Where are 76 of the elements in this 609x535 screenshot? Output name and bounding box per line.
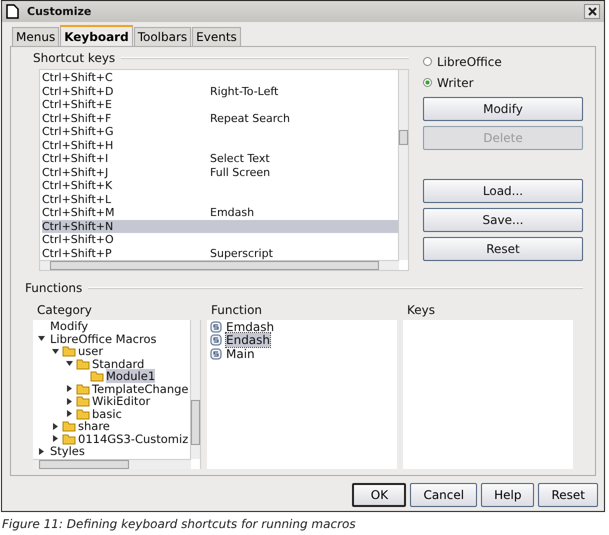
tree-item[interactable]: WikiEditor <box>92 394 150 408</box>
macro-icon <box>210 348 222 360</box>
shortcut-row[interactable]: Ctrl+Shift+G <box>42 125 398 138</box>
shortcut-row[interactable]: Ctrl+Shift+K <box>42 179 398 192</box>
shortcut-row[interactable]: Ctrl+Shift+M Emdash <box>42 206 398 220</box>
tree-item[interactable]: Modify <box>48 320 88 334</box>
shortcut-row[interactable]: Ctrl+Shift+F Repeat Search <box>42 112 398 125</box>
radio-button[interactable]: Writer <box>423 72 583 93</box>
expander-icon[interactable] <box>65 409 74 418</box>
action-button[interactable]: Modify <box>423 97 583 121</box>
expander-icon[interactable] <box>51 422 60 431</box>
expander-icon[interactable] <box>51 346 60 356</box>
tree-item[interactable]: LibreOffice Macros <box>48 332 156 346</box>
folder-icon <box>62 420 76 432</box>
expander-icon[interactable] <box>65 359 74 368</box>
dialog-button[interactable]: OK <box>352 483 406 507</box>
shortcut-row[interactable]: Ctrl+Shift+H <box>42 138 398 152</box>
tree-item[interactable]: basic <box>92 406 122 421</box>
dialog-button[interactable]: Help <box>481 483 534 507</box>
document-icon <box>6 4 19 19</box>
function-item[interactable]: Main <box>226 346 255 361</box>
shortcut-row[interactable]: Ctrl+Shift+O <box>42 233 398 246</box>
tree-item[interactable]: 0114GS3-Customiz <box>78 432 188 446</box>
tree-item[interactable]: Module1 <box>106 369 156 384</box>
expander-icon[interactable] <box>37 446 46 456</box>
tree-item[interactable]: Styles <box>48 444 85 458</box>
column-title: Keys <box>406 303 436 317</box>
expander-icon[interactable] <box>37 334 46 344</box>
radio-button[interactable]: LibreOffice <box>423 51 583 72</box>
figure-caption: Figure 11: Defining keyboard shortcuts for running macros <box>1 516 357 531</box>
shortcut-row[interactable]: Ctrl+Shift+J Full Screen <box>42 166 398 179</box>
expander-icon[interactable] <box>65 396 74 406</box>
shortcut-row[interactable]: Ctrl+Shift+P Superscript <box>42 246 398 260</box>
action-button[interactable]: Reset <box>423 237 583 261</box>
close-button[interactable] <box>584 4 600 19</box>
folder-icon <box>90 370 104 382</box>
tree-item[interactable]: share <box>78 419 110 434</box>
folder-icon <box>76 382 90 395</box>
section-title: Shortcut keys <box>33 51 116 65</box>
action-button[interactable]: Load... <box>423 179 583 203</box>
window-title: Customize <box>27 5 92 18</box>
folder-icon <box>62 432 76 445</box>
shortcut-row[interactable]: Ctrl+Shift+N <box>42 220 398 233</box>
expander-icon[interactable] <box>51 434 60 444</box>
folder-icon <box>76 358 90 370</box>
shortcut-row[interactable]: Ctrl+Shift+E <box>42 98 398 112</box>
close-icon <box>588 7 596 16</box>
scrollbar[interactable] <box>33 459 191 469</box>
shortcut-row[interactable]: Ctrl+Shift+D Right-To-Left <box>42 84 398 98</box>
tab[interactable]: Toolbars <box>134 27 192 46</box>
folder-icon <box>62 345 76 358</box>
shortcut-row[interactable]: Ctrl+Shift+I Select Text <box>42 152 398 166</box>
scrollbar[interactable] <box>40 260 399 270</box>
dialog-button[interactable]: Cancel <box>410 483 478 507</box>
section-title: Functions <box>25 281 82 295</box>
scrollbar[interactable] <box>190 320 200 459</box>
shortcut-row[interactable]: Ctrl+Shift+C <box>42 71 398 84</box>
tree-item[interactable]: TemplateChange <box>92 382 189 396</box>
function-item[interactable]: Endash <box>226 333 270 348</box>
tab[interactable]: Menus <box>12 27 60 46</box>
folder-icon <box>76 408 90 420</box>
tree-item[interactable]: user <box>78 344 104 358</box>
folder-icon <box>76 395 90 408</box>
action-button[interactable]: Save... <box>423 208 583 232</box>
column-title: Category <box>36 303 93 317</box>
macro-icon <box>210 320 222 333</box>
tab[interactable]: Keyboard <box>60 25 133 46</box>
column-title: Function <box>210 303 264 317</box>
shortcut-row[interactable]: Ctrl+Shift+L <box>42 192 398 206</box>
macro-icon <box>210 334 222 346</box>
scrollbar[interactable] <box>398 70 408 260</box>
function-item[interactable]: Emdash <box>226 320 274 334</box>
tab[interactable]: Events <box>192 27 241 46</box>
expander-icon[interactable] <box>65 384 74 394</box>
tree-item[interactable]: Standard <box>92 356 144 371</box>
dialog-button[interactable]: Reset <box>538 483 598 507</box>
